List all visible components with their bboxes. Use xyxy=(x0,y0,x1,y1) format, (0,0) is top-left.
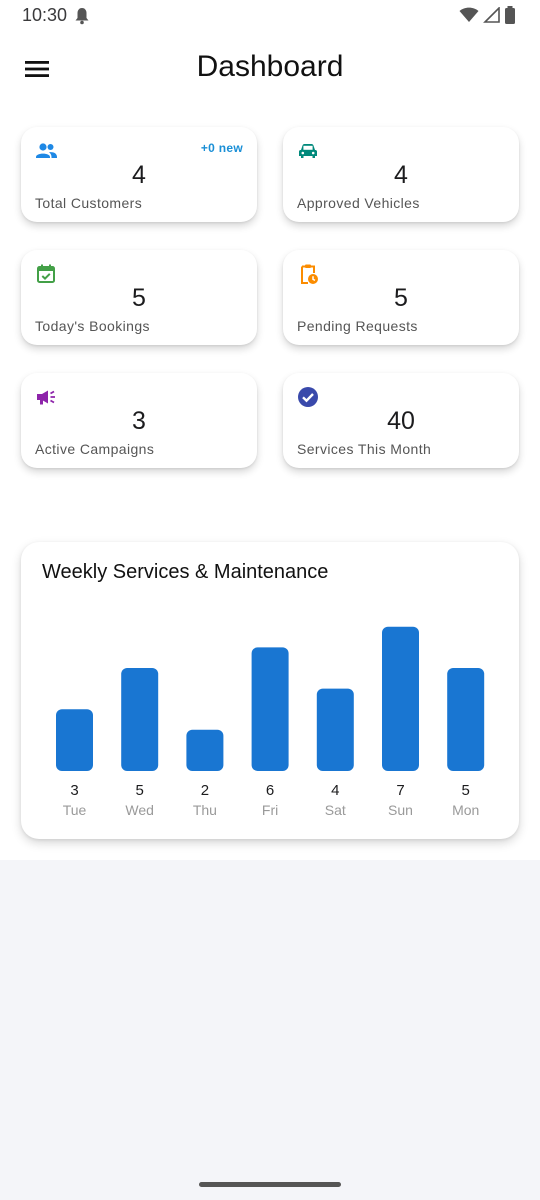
day-label: Mon xyxy=(452,802,479,818)
stat-card-active-campaigns[interactable]: 3 Active Campaigns xyxy=(21,373,257,468)
day-label: Wed xyxy=(125,802,154,818)
bar-wed[interactable] xyxy=(121,668,159,771)
new-customers-badge: +0 new xyxy=(200,141,243,155)
stat-value: 4 xyxy=(394,161,408,189)
stat-value: 4 xyxy=(132,161,146,189)
stat-label: Total Customers xyxy=(35,195,143,211)
calendar-check-icon xyxy=(37,264,55,283)
day-label: Tue xyxy=(63,802,87,818)
status-bar: 10:30 xyxy=(0,0,540,34)
bar-value-label: 6 xyxy=(266,782,274,799)
day-label: Fri xyxy=(262,802,278,818)
day-label: Sat xyxy=(325,802,346,818)
weekly-services-chart-card: Weekly Services & Maintenance 3 Tue 5 Wed 2 T… xyxy=(21,542,519,839)
stat-label: Today's Bookings xyxy=(35,318,150,334)
stat-value: 5 xyxy=(394,284,408,312)
bar-sun[interactable] xyxy=(382,626,419,771)
stat-card-services-this-month[interactable]: 40 Services This Month xyxy=(283,373,519,468)
bar-value-label: 3 xyxy=(70,782,78,799)
status-icons xyxy=(459,6,516,24)
day-label: Sun xyxy=(388,802,413,818)
stat-label: Active Campaigns xyxy=(35,441,155,457)
status-time: 10:30 xyxy=(22,5,68,25)
stat-card-pending-requests[interactable]: 5 Pending Requests xyxy=(283,250,519,345)
bar-value-label: 7 xyxy=(396,782,404,799)
weekly-services-bar-chart: 3 Tue 5 Wed 2 Thu 6 Fri 4 Sat 7 Sun 5 Mon xyxy=(56,626,485,818)
notification-bell-icon xyxy=(75,8,89,25)
stat-card-total-customers[interactable]: +0 new 4 Total Customers xyxy=(21,127,257,222)
day-label: Thu xyxy=(193,802,217,818)
bar-value-label: 4 xyxy=(331,782,339,799)
wifi-icon xyxy=(459,7,479,22)
stat-card-todays-bookings[interactable]: 5 Today's Bookings xyxy=(21,250,257,345)
dashboard-screen: 10:30 Dashboard +0 new 4 Total Customers… xyxy=(0,0,540,860)
check-circle-icon xyxy=(298,387,318,407)
stat-value: 5 xyxy=(132,284,146,312)
stat-value: 3 xyxy=(132,407,146,435)
bar-mon[interactable] xyxy=(447,668,485,771)
bar-thu[interactable] xyxy=(186,729,224,771)
cell-signal-icon xyxy=(483,7,500,23)
bar-value-label: 2 xyxy=(201,782,209,799)
bar-sat[interactable] xyxy=(316,688,354,771)
bar-value-label: 5 xyxy=(462,782,470,799)
bar-tue[interactable] xyxy=(56,709,93,771)
stat-label: Pending Requests xyxy=(297,318,418,334)
megaphone-icon xyxy=(37,390,55,405)
battery-icon xyxy=(505,6,515,24)
bar-value-label: 5 xyxy=(136,782,144,799)
car-icon xyxy=(299,144,317,158)
people-icon xyxy=(36,143,57,158)
bar-fri[interactable] xyxy=(251,647,289,771)
page-title: Dashboard xyxy=(196,50,344,83)
stat-label: Services This Month xyxy=(297,441,432,457)
stat-value: 40 xyxy=(387,407,415,435)
home-indicator[interactable] xyxy=(199,1182,341,1187)
stat-label: Approved Vehicles xyxy=(297,195,420,211)
stat-card-approved-vehicles[interactable]: 4 Approved Vehicles xyxy=(283,127,519,222)
clipboard-clock-icon xyxy=(301,264,318,284)
